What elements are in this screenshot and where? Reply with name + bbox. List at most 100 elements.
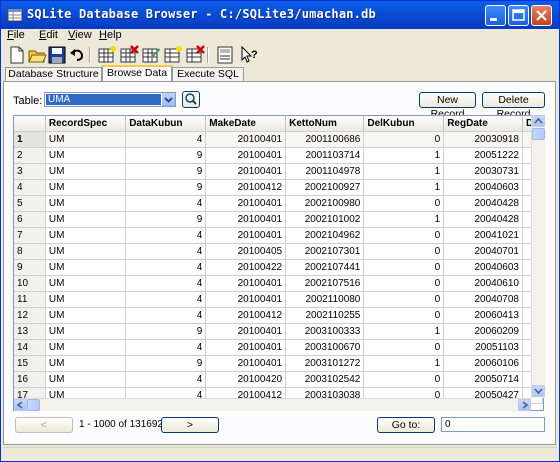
previous-page-button[interactable]: < (15, 417, 73, 433)
table-cell[interactable]: 2002101002 (285, 211, 365, 228)
menu-view[interactable]: View (68, 29, 92, 41)
whats-this-help-icon[interactable]: ? (239, 45, 259, 65)
table-cell[interactable]: 20060209 (443, 323, 523, 340)
row-number-cell[interactable]: 8 (14, 243, 46, 260)
table-cell[interactable]: 20040708 (443, 291, 523, 308)
table-cell[interactable]: 20100405 (205, 243, 287, 260)
next-page-button[interactable]: > (161, 417, 219, 433)
column-header-kettonum[interactable]: KettoNum (285, 116, 365, 132)
horizontal-scroll-thumb[interactable] (27, 399, 40, 411)
table-cell[interactable]: 4 (125, 227, 207, 244)
table-cell[interactable]: UM (45, 131, 127, 148)
create-index-icon[interactable] (163, 45, 183, 65)
table-cell[interactable]: 20100401 (205, 131, 287, 148)
table-cell[interactable]: 20100401 (205, 291, 287, 308)
table-cell[interactable]: 4 (125, 371, 207, 388)
table-cell[interactable]: 20100401 (205, 147, 287, 164)
table-row[interactable]: 9 UM 4 20100422 2002107441 0 20040603 (14, 259, 543, 276)
table-row[interactable]: 4 UM 9 20100412 2002100927 1 20040603 (14, 179, 543, 196)
table-cell[interactable]: 2002110080 (285, 291, 365, 308)
table-select[interactable]: UMA (44, 92, 176, 107)
table-cell[interactable]: 2002110255 (285, 307, 365, 324)
table-cell[interactable]: 20030731 (443, 163, 523, 180)
table-cell[interactable]: 9 (125, 147, 207, 164)
table-cell[interactable]: 20040701 (443, 243, 523, 260)
row-number-cell[interactable]: 10 (14, 275, 46, 292)
table-row[interactable]: 15 UM 9 20100401 2003101272 1 20060106 (14, 355, 543, 372)
table-cell[interactable]: UM (45, 163, 127, 180)
table-cell[interactable]: 20100401 (205, 355, 287, 372)
table-cell[interactable]: 1 (363, 355, 445, 372)
table-cell[interactable]: 4 (125, 131, 207, 148)
delete-record-button[interactable]: Delete Record (482, 92, 545, 120)
horizontal-scrollbar[interactable] (14, 398, 531, 411)
table-cell[interactable]: 9 (125, 211, 207, 228)
table-cell[interactable]: UM (45, 339, 127, 356)
table-cell[interactable]: 1 (363, 163, 445, 180)
table-cell[interactable]: 2001104978 (285, 163, 365, 180)
table-cell[interactable]: 4 (125, 259, 207, 276)
table-row[interactable]: 6 UM 9 20100401 2002101002 1 20040428 (14, 211, 543, 228)
table-cell[interactable]: 20100401 (205, 163, 287, 180)
table-cell[interactable]: 2002107301 (285, 243, 365, 260)
table-cell[interactable]: 0 (363, 307, 445, 324)
row-number-cell[interactable]: 9 (14, 259, 46, 276)
row-number-cell[interactable]: 3 (14, 163, 46, 180)
table-cell[interactable]: UM (45, 211, 127, 228)
scroll-down-icon[interactable] (532, 385, 545, 397)
table-row[interactable]: 14 UM 4 20100401 2003100670 0 20051103 (14, 339, 543, 356)
save-icon[interactable] (47, 45, 67, 65)
table-cell[interactable]: UM (45, 323, 127, 340)
undo-icon[interactable] (67, 45, 87, 65)
table-cell[interactable]: UM (45, 147, 127, 164)
table-cell[interactable]: 2001100686 (285, 131, 365, 148)
table-cell[interactable]: 0 (363, 291, 445, 308)
table-cell[interactable]: 20040603 (443, 179, 523, 196)
tab-browse-data[interactable]: Browse Data (102, 65, 172, 81)
table-row[interactable]: 5 UM 4 20100401 2002100980 0 20040428 (14, 195, 543, 212)
table-cell[interactable]: 2003100333 (285, 323, 365, 340)
row-number-cell[interactable]: 6 (14, 211, 46, 228)
go-to-input[interactable]: 0 (441, 417, 545, 432)
table-cell[interactable]: 9 (125, 179, 207, 196)
table-cell[interactable]: 20041021 (443, 227, 523, 244)
find-button[interactable] (182, 91, 200, 108)
table-cell[interactable]: UM (45, 275, 127, 292)
table-cell[interactable]: 9 (125, 323, 207, 340)
table-cell[interactable]: 0 (363, 227, 445, 244)
table-cell[interactable]: 0 (363, 195, 445, 212)
table-row[interactable]: 11 UM 4 20100401 2002110080 0 20040708 (14, 291, 543, 308)
row-header-corner[interactable] (14, 116, 46, 132)
row-number-cell[interactable]: 13 (14, 323, 46, 340)
table-row[interactable]: 12 UM 4 20100412 2002110255 0 20060413 (14, 307, 543, 324)
row-number-cell[interactable]: 7 (14, 227, 46, 244)
table-cell[interactable]: 20040603 (443, 259, 523, 276)
table-cell[interactable]: 20100412 (205, 179, 287, 196)
scroll-left-icon[interactable] (14, 399, 27, 411)
table-cell[interactable]: 1 (363, 179, 445, 196)
title-bar[interactable]: SQLite Database Browser - C:/SQLite3/uma… (1, 1, 559, 29)
column-header-makedate[interactable]: MakeDate (205, 116, 287, 132)
table-cell[interactable]: 20100401 (205, 195, 287, 212)
table-cell[interactable]: 20100401 (205, 227, 287, 244)
table-cell[interactable]: 2002107441 (285, 259, 365, 276)
scroll-up-icon[interactable] (532, 115, 545, 127)
table-cell[interactable]: 20100401 (205, 323, 287, 340)
table-row[interactable]: 3 UM 9 20100401 2001104978 1 20030731 (14, 163, 543, 180)
table-cell[interactable]: UM (45, 243, 127, 260)
table-cell[interactable]: 4 (125, 275, 207, 292)
table-cell[interactable]: 0 (363, 371, 445, 388)
table-cell[interactable]: UM (45, 371, 127, 388)
table-cell[interactable]: UM (45, 195, 127, 212)
table-cell[interactable]: 2002100927 (285, 179, 365, 196)
table-cell[interactable]: 20030918 (443, 131, 523, 148)
table-cell[interactable]: 20100401 (205, 211, 287, 228)
table-cell[interactable]: 1 (363, 211, 445, 228)
delete-table-icon[interactable] (119, 45, 139, 65)
table-cell[interactable]: 0 (363, 275, 445, 292)
table-cell[interactable]: 2003102542 (285, 371, 365, 388)
close-button[interactable] (531, 5, 552, 26)
table-cell[interactable]: UM (45, 307, 127, 324)
table-cell[interactable]: 20040610 (443, 275, 523, 292)
new-record-button[interactable]: New Record (419, 92, 476, 120)
